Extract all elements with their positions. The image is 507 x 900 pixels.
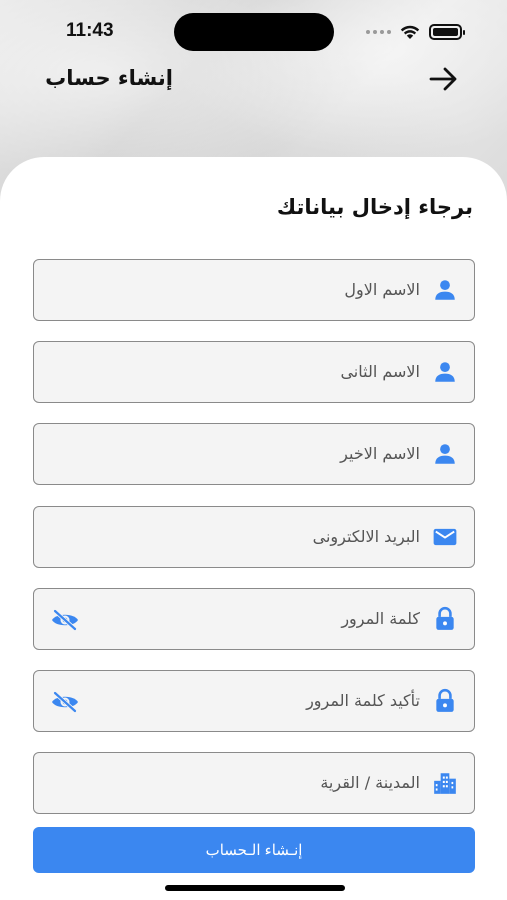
city-placeholder: المدينة / القرية [320,773,420,792]
person-icon [435,362,455,382]
create-account-button[interactable]: إنـشاء الـحساب [33,827,475,873]
last-name-field[interactable]: الاسم الاخير [33,423,475,485]
home-indicator [165,885,345,891]
email-field[interactable]: البريد الالكترونى [33,506,475,568]
second-name-field[interactable]: الاسم الثانى [33,341,475,403]
confirm-password-placeholder: تأكيد كلمة المرور [306,691,420,710]
back-arrow-icon[interactable] [428,66,460,92]
lock-icon [436,688,454,712]
status-time: 11:43 [66,20,114,41]
last-name-placeholder: الاسم الاخير [340,444,420,463]
cellular-signal-icon [366,30,391,34]
status-bar: 11:43 [0,0,507,60]
battery-icon [429,24,465,40]
first-name-field[interactable]: الاسم الاول [33,259,475,321]
mail-icon [433,528,457,546]
city-icon [434,773,456,794]
wifi-icon [400,25,420,39]
eye-off-icon[interactable] [50,690,80,714]
person-icon [435,444,455,464]
page-title: إنشاء حساب [45,66,173,90]
eye-off-icon[interactable] [50,608,80,632]
password-field[interactable]: كلمة المرور [33,588,475,650]
password-placeholder: كلمة المرور [341,609,420,628]
confirm-password-field[interactable]: تأكيد كلمة المرور [33,670,475,732]
second-name-placeholder: الاسم الثانى [340,362,420,381]
form-title: برجاء إدخال بياناتك [276,195,473,219]
email-placeholder: البريد الالكترونى [312,527,420,546]
dynamic-island [174,13,334,51]
city-field[interactable]: المدينة / القرية [33,752,475,814]
person-icon [435,280,455,300]
lock-icon [436,606,454,630]
first-name-placeholder: الاسم الاول [344,280,420,299]
status-icons [366,22,465,42]
